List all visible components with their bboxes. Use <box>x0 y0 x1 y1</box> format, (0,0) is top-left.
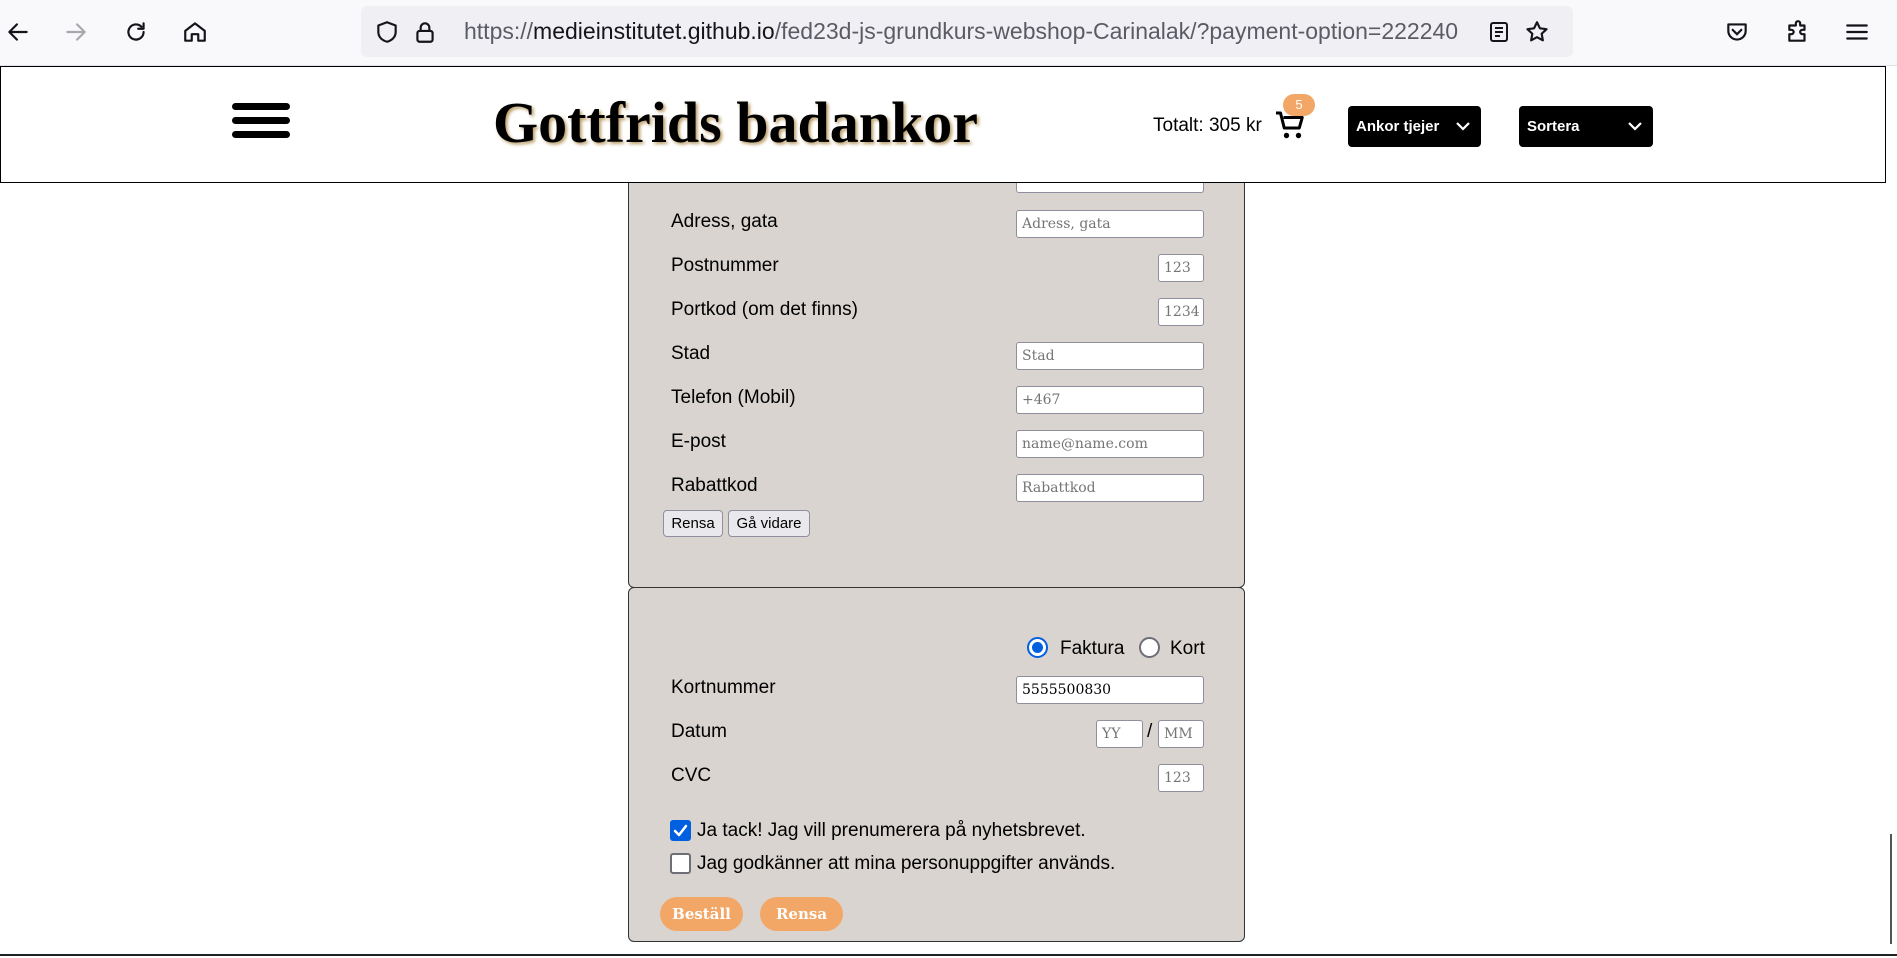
phone-label: Telefon (Mobil) <box>671 387 796 408</box>
forward-arrow-icon <box>66 23 86 41</box>
sort-dropdown[interactable]: Sortera <box>1519 106 1653 147</box>
reader-view-icon[interactable] <box>1485 18 1513 46</box>
back-arrow-icon <box>8 23 28 41</box>
card-number-label: Kortnummer <box>671 677 776 698</box>
date-separator: / <box>1147 721 1153 742</box>
bookmark-star-icon[interactable] <box>1523 18 1551 46</box>
next-button[interactable]: Gå vidare <box>728 510 810 537</box>
street-input[interactable]: Adress, gata <box>1016 210 1204 238</box>
street-label: Adress, gata <box>671 211 778 232</box>
date-label: Datum <box>671 721 727 742</box>
city-label: Stad <box>671 343 711 364</box>
payment-form: Faktura Kort Kortnummer 5555500830 Datum… <box>628 587 1245 942</box>
menu-icon <box>1846 24 1868 40</box>
bottom-divider <box>0 954 1897 956</box>
site-header: Gottfrids badankor Totalt: 305 kr 5 Anko… <box>0 66 1886 183</box>
back-button[interactable] <box>0 14 36 50</box>
doorcode-input[interactable]: 1234 <box>1158 298 1204 326</box>
email-input[interactable]: name@name.com <box>1016 430 1204 458</box>
puzzle-icon <box>1788 20 1806 42</box>
chevron-down-icon <box>1456 122 1470 131</box>
home-button[interactable] <box>177 14 213 50</box>
shield-icon[interactable] <box>373 18 401 46</box>
newsletter-checkbox[interactable] <box>670 820 691 841</box>
clear-order-button[interactable]: Rensa <box>760 897 843 931</box>
filter-dropdown[interactable]: Ankor tjejer <box>1348 106 1481 147</box>
checkmark-icon <box>673 824 688 837</box>
invoice-radio[interactable] <box>1027 637 1048 658</box>
cvc-input[interactable]: 123 <box>1158 764 1204 792</box>
doorcode-label: Portkod (om det finns) <box>671 299 858 320</box>
chevron-down-icon <box>1628 122 1642 131</box>
city-input[interactable]: Stad <box>1016 342 1204 370</box>
browser-toolbar: https://medieinstitutet.github.io/fed23d… <box>0 0 1897 66</box>
filter-dropdown-label: Ankor tjejer <box>1356 118 1440 135</box>
customer-form: Adress, gata Adress, gata Postnummer 123… <box>628 150 1245 588</box>
invoice-label: Faktura <box>1060 638 1125 659</box>
card-number-input[interactable]: 5555500830 <box>1016 676 1204 704</box>
pocket-icon <box>1727 23 1747 41</box>
url-path: /fed23d-js-grundkurs-webshop-Carinalak/?… <box>774 18 1459 44</box>
reload-icon <box>127 22 145 41</box>
address-bar[interactable]: https://medieinstitutet.github.io/fed23d… <box>361 6 1573 57</box>
discount-input[interactable]: Rabattkod <box>1016 474 1204 502</box>
site-title: Gottfrids badankor <box>493 90 979 155</box>
home-icon <box>184 22 206 42</box>
pocket-button[interactable] <box>1719 14 1755 50</box>
extensions-button[interactable] <box>1780 14 1816 50</box>
url-host: medieinstitutet.github.io <box>533 18 775 44</box>
card-radio[interactable] <box>1139 637 1160 658</box>
cart-count-badge: 5 <box>1283 94 1315 116</box>
cart-total: Totalt: 305 kr <box>1153 115 1262 136</box>
url-text[interactable]: https://medieinstitutet.github.io/fed23d… <box>464 6 1474 57</box>
cvc-label: CVC <box>671 765 712 786</box>
reload-button[interactable] <box>118 14 154 50</box>
date-year-input[interactable]: YY <box>1096 720 1143 748</box>
discount-label: Rabattkod <box>671 475 758 496</box>
postcode-label: Postnummer <box>671 255 779 276</box>
scrollbar-thumb[interactable] <box>1890 834 1892 944</box>
app-menu-button[interactable] <box>1839 14 1875 50</box>
phone-input[interactable]: +467 <box>1016 386 1204 414</box>
postcode-input[interactable]: 123 <box>1158 254 1204 282</box>
clear-button[interactable]: Rensa <box>663 510 723 537</box>
gdpr-checkbox[interactable] <box>670 853 691 874</box>
card-label: Kort <box>1170 638 1205 659</box>
newsletter-label: Ja tack! Jag vill prenumerera på nyhetsb… <box>697 820 1086 841</box>
date-month-input[interactable]: MM <box>1158 720 1204 748</box>
lock-icon[interactable] <box>411 18 439 46</box>
hamburger-menu-icon[interactable] <box>232 103 292 143</box>
gdpr-label: Jag godkänner att mina personuppgifter a… <box>697 853 1116 874</box>
sort-dropdown-label: Sortera <box>1527 118 1580 135</box>
forward-button[interactable] <box>58 14 94 50</box>
order-button[interactable]: Beställ <box>660 897 743 931</box>
url-prefix: https:// <box>464 18 534 44</box>
email-label: E-post <box>671 431 726 452</box>
